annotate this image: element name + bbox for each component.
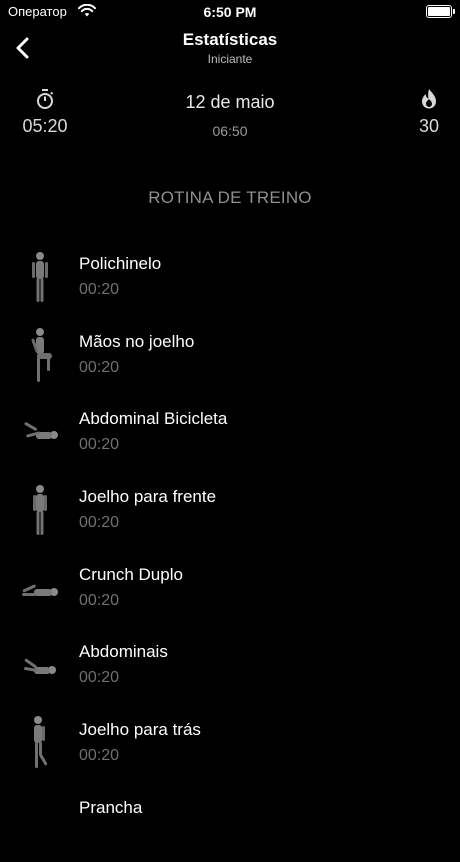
exercise-duration: 00:20 (79, 281, 120, 298)
lying-figure-icon (23, 659, 56, 675)
exercise-name: Prancha (79, 797, 143, 817)
standing-figure-icon (34, 716, 48, 769)
exercise-list[interactable]: Polichinelo 00:20 Mãos no joelho 00:20 A… (0, 240, 460, 862)
exercise-duration: 00:20 (79, 436, 120, 454)
exercise-duration: 00:20 (79, 591, 120, 609)
nav-bar: Estatísticas Iniciante (0, 26, 460, 70)
status-bar: Оператор 6:50 PM (0, 0, 460, 24)
exercise-name: Joelho para frente (79, 487, 217, 507)
knee-raise-figure-icon (31, 327, 52, 382)
workout-time: 06:50 (212, 123, 248, 139)
exercise-name: Polichinelo (79, 254, 162, 273)
stats-row: 05:20 12 de maio 06:50 30 (0, 88, 460, 148)
list-item[interactable]: Joelho para trás 00:20 (0, 706, 460, 784)
duration-stat: 05:20 (20, 88, 70, 137)
flame-icon (422, 89, 436, 109)
exercise-name: Abdominal Bicicleta (79, 409, 228, 429)
list-item[interactable]: Prancha (0, 784, 460, 862)
section-title: ROTINA DE TREINO (148, 188, 312, 207)
lying-figure-icon (24, 422, 58, 440)
workout-date: 12 de maio (185, 92, 275, 112)
exercise-name: Mãos no joelho (79, 331, 195, 351)
list-item[interactable]: Abdominais 00:20 (0, 628, 460, 706)
battery-icon (426, 5, 455, 18)
exercise-name: Crunch Duplo (79, 564, 183, 584)
status-time: 6:50 PM (203, 4, 257, 20)
calories-stat: 30 (414, 88, 444, 137)
exercise-duration: 00:20 (79, 669, 120, 687)
standing-figure-icon (32, 252, 48, 302)
exercise-duration: 00:20 (79, 514, 120, 532)
stopwatch-icon (37, 89, 54, 109)
page-title: Estatísticas (182, 30, 278, 49)
exercise-duration: 00:20 (79, 358, 120, 376)
lying-figure-icon (22, 584, 58, 596)
list-item[interactable]: Polichinelo 00:20 (0, 240, 460, 318)
date-stat: 12 de maio 06:50 (130, 88, 330, 139)
exercise-name: Joelho para trás (79, 720, 201, 740)
list-item[interactable]: Abdominal Bicicleta 00:20 (0, 395, 460, 473)
page-subtitle: Iniciante (207, 52, 253, 66)
list-item[interactable]: Joelho para frente 00:20 (0, 473, 460, 551)
duration-value: 05:20 (22, 116, 68, 136)
calories-value: 30 (418, 116, 440, 136)
list-item[interactable]: Crunch Duplo 00:20 (0, 551, 460, 629)
exercise-duration: 00:20 (79, 747, 120, 765)
standing-figure-icon (33, 485, 47, 536)
exercise-name: Abdominais (79, 642, 168, 662)
list-item[interactable]: Mãos no joelho 00:20 (0, 318, 460, 396)
